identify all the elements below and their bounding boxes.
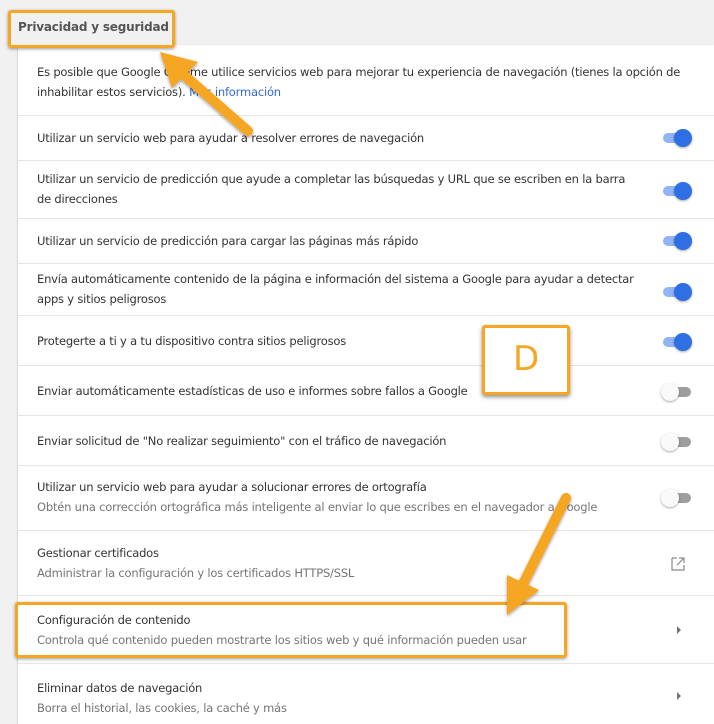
link-sublabel: Borra el historial, las cookies, la cach… [37,701,287,715]
chevron-right-icon[interactable] [675,691,683,701]
external-link-icon[interactable] [671,557,685,571]
navigation-errors-toggle[interactable] [661,128,692,148]
link-text: Eliminar datos de navegación Borra el hi… [37,678,618,718]
dangerous-sites-toggle[interactable] [661,332,692,352]
section-title-highlight [8,10,175,48]
setting-row[interactable]: Utilizar un servicio de predicción que a… [18,160,714,218]
link-text: Gestionar certificados Administrar la co… [37,543,618,583]
chevron-right-icon[interactable] [675,625,683,635]
page-prefetch-toggle[interactable] [661,231,692,251]
link-label: Eliminar datos de navegación [37,681,203,695]
setting-label: Utilizar un servicio web para ayudar a s… [37,480,427,494]
setting-row[interactable]: Utilizar un servicio web para ayudar a s… [18,465,714,530]
link-sublabel: Administrar la configuración y los certi… [37,566,355,580]
setting-row[interactable]: Utilizar un servicio web para ayudar a r… [18,115,714,160]
setting-label: Envía automáticamente contenido de la pá… [37,272,634,306]
link-label: Gestionar certificados [37,546,159,560]
setting-row[interactable]: Enviar solicitud de "No realizar seguimi… [18,415,714,465]
toggle-knob [674,333,692,351]
do-not-track-toggle[interactable] [661,432,691,452]
spellcheck-toggle[interactable] [661,488,691,508]
toggle-knob [661,433,679,451]
safe-browsing-reports-toggle[interactable] [661,282,692,302]
usage-stats-toggle[interactable] [661,382,691,402]
toggle-knob [661,489,679,507]
manage-certificates-row[interactable]: Gestionar certificados Administrar la co… [18,530,714,595]
toggle-knob [674,182,692,200]
settings-page: Privacidad y seguridad Es posible que Go… [0,0,714,724]
setting-label: Utilizar un servicio de predicción para … [37,234,419,248]
toggle-knob [674,283,692,301]
setting-row[interactable]: Utilizar un servicio de predicción para … [18,218,714,263]
intro-description: Es posible que Google Chrome utilice ser… [37,65,681,99]
setting-row[interactable]: Protegerte a ti y a tu dispositivo contr… [18,315,714,365]
toggle-knob [674,232,692,250]
setting-sublabel: Obtén una corrección ortográfica más int… [37,500,598,514]
intro-text: Es posible que Google Chrome utilice ser… [37,62,690,102]
setting-text: Utilizar un servicio web para ayudar a s… [37,477,640,517]
search-prediction-toggle[interactable] [661,181,692,201]
clear-browsing-data-row[interactable]: Eliminar datos de navegación Borra el hi… [18,663,714,724]
setting-label: Enviar solicitud de "No realizar seguimi… [37,434,447,448]
setting-row[interactable]: Enviar automáticamente estadísticas de u… [18,365,714,415]
more-info-link[interactable]: Más información [189,85,281,99]
setting-row[interactable]: Envía automáticamente contenido de la pá… [18,263,714,315]
step-letter: D [513,339,540,379]
content-settings-highlight [15,602,567,658]
step-letter-callout: D [482,325,570,395]
toggle-knob [674,129,692,147]
intro-row: Es posible que Google Chrome utilice ser… [18,45,714,115]
toggle-knob [661,383,679,401]
setting-label: Utilizar un servicio de predicción que a… [37,172,626,206]
setting-label: Utilizar un servicio web para ayudar a r… [37,131,424,145]
